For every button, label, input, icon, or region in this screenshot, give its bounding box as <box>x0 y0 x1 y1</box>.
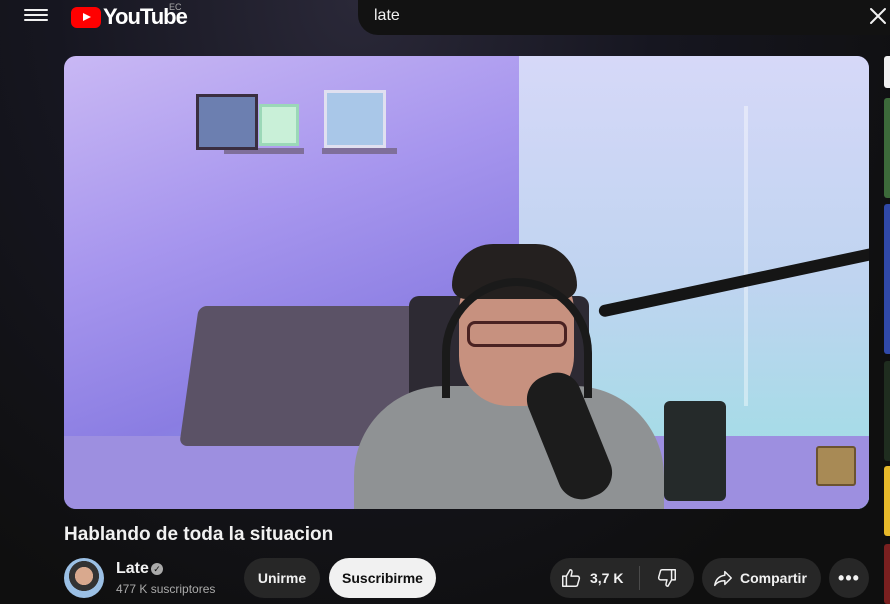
verified-check-icon: ✓ <box>151 563 163 575</box>
youtube-play-icon <box>71 6 101 28</box>
thumbs-down-icon <box>657 569 676 587</box>
recommendations-strip[interactable] <box>884 56 890 604</box>
video-title: Hablando de toda la situacion <box>64 524 334 545</box>
subscriber-count: 477 K suscriptores <box>116 582 216 596</box>
search-bar <box>358 0 890 35</box>
channel-watermark <box>816 446 856 486</box>
recommendation-thumb[interactable] <box>884 204 890 354</box>
video-frame-picture <box>196 94 258 150</box>
recommendation-thumb[interactable] <box>884 361 890 461</box>
search-input[interactable] <box>374 4 854 28</box>
channel-avatar[interactable] <box>64 558 104 598</box>
video-frame-shelf <box>322 148 397 154</box>
recommendation-thumb[interactable] <box>884 544 890 604</box>
thumbs-up-icon <box>562 569 581 587</box>
video-frame-curtain <box>744 106 748 406</box>
join-button[interactable]: Unirme <box>244 558 320 598</box>
share-label: Compartir <box>740 570 807 586</box>
like-dislike-group: 3,7 K <box>550 558 694 598</box>
subscribe-button[interactable]: Suscribirme <box>329 558 436 598</box>
video-player[interactable] <box>64 56 869 509</box>
close-icon[interactable] <box>868 6 888 26</box>
video-frame-bin <box>664 401 726 501</box>
recommendation-thumb[interactable] <box>884 56 890 88</box>
video-frame-picture <box>324 90 386 148</box>
like-button[interactable]: 3,7 K <box>550 558 640 598</box>
more-actions-button[interactable]: ••• <box>829 558 869 598</box>
share-button[interactable]: Compartir <box>702 558 821 598</box>
hamburger-menu-icon[interactable] <box>24 6 48 26</box>
dislike-button[interactable] <box>640 558 694 598</box>
country-code: EC <box>169 2 182 12</box>
recommendation-thumb[interactable] <box>884 466 890 536</box>
recommendation-thumb[interactable] <box>884 98 890 198</box>
like-count: 3,7 K <box>590 570 624 586</box>
video-frame-plaque <box>259 104 299 146</box>
channel-name[interactable]: Late <box>116 560 149 578</box>
share-arrow-icon <box>714 570 732 587</box>
youtube-watch-page: YouTube EC Habl <box>0 0 890 604</box>
